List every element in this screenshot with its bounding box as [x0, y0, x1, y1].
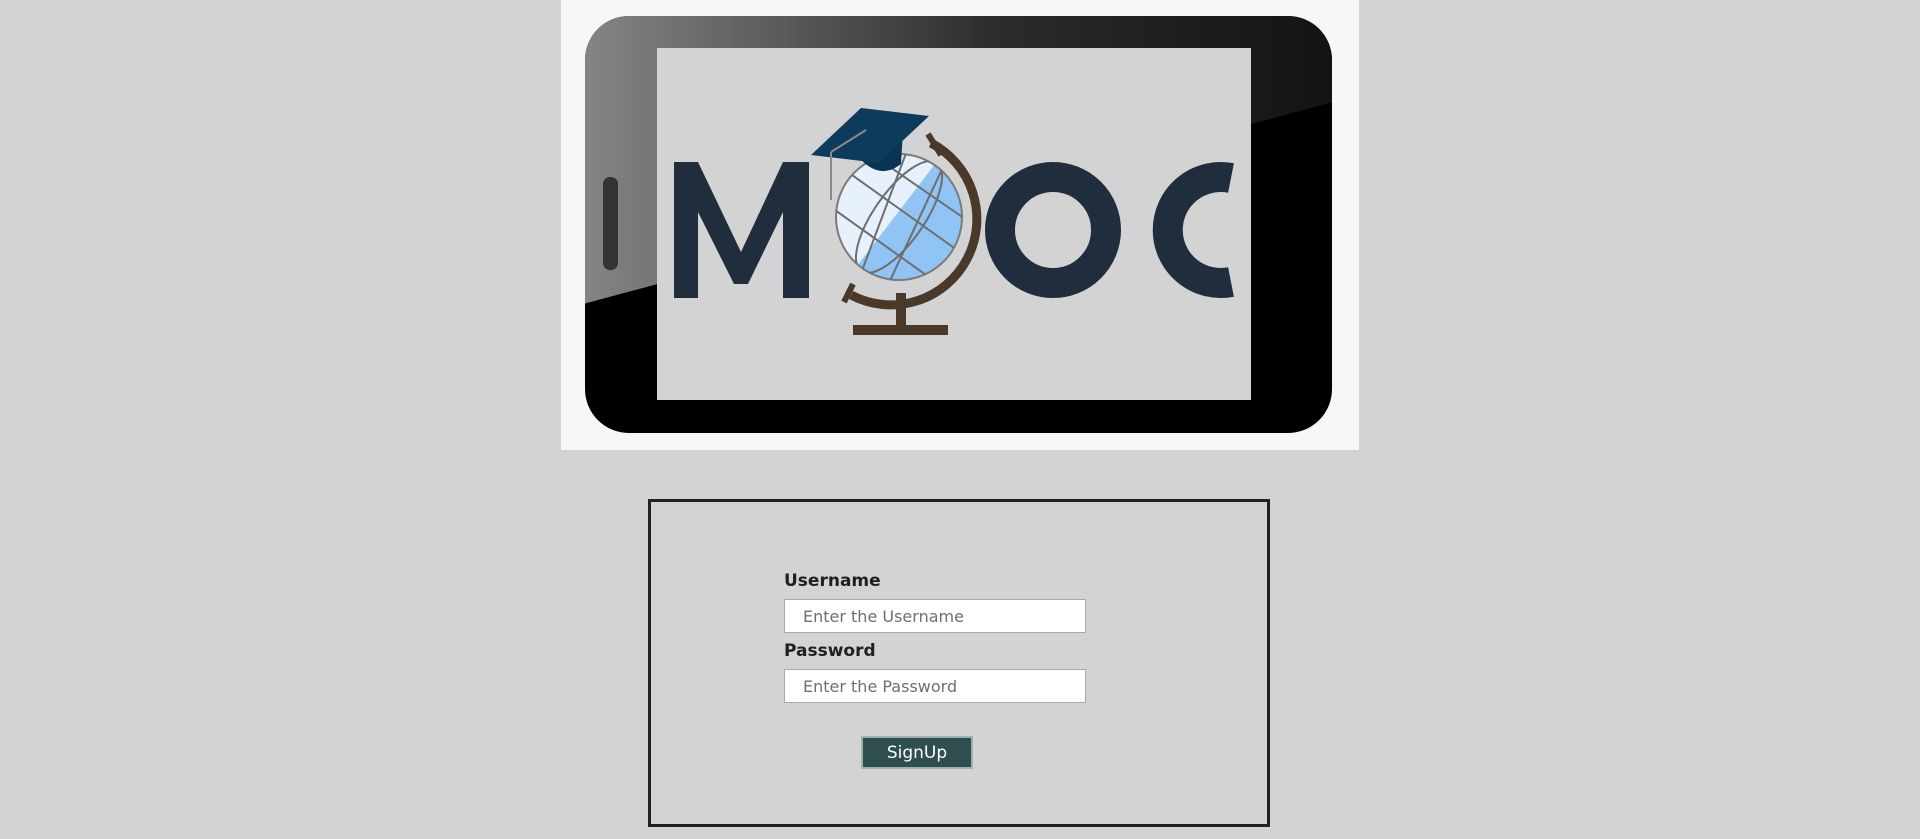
password-label: Password	[784, 641, 876, 661]
signup-form-panel: Username Password SignUp	[648, 499, 1270, 827]
signup-form: Username Password	[784, 569, 1086, 709]
signup-button[interactable]: SignUp	[861, 736, 973, 769]
username-label: Username	[784, 571, 881, 591]
username-input[interactable]	[784, 599, 1086, 633]
hero-banner	[561, 0, 1359, 450]
password-input[interactable]	[784, 669, 1086, 703]
mooc-logo	[585, 16, 1332, 433]
